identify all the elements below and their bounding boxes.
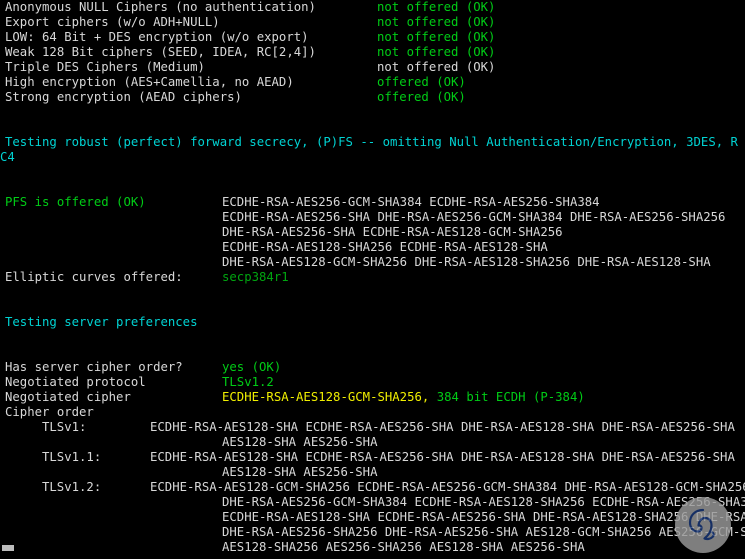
pfs-heading-line2: C4 <box>0 150 15 164</box>
cipher-order-protocol-row: TLSv1.2: ECDHE-RSA-AES128-GCM-SHA256 ECDH… <box>0 480 745 495</box>
cipher-order-line: AES128-SHA256 AES256-SHA256 AES128-SHA A… <box>222 540 585 554</box>
cipher-category-row: High encryption (AES+Camellia, no AEAD) o… <box>0 75 745 90</box>
pfs-cipher-line: DHE-RSA-AES256-SHA ECDHE-RSA-AES128-GCM-… <box>222 225 563 239</box>
pfs-cipher-row: DHE-RSA-AES256-SHA ECDHE-RSA-AES128-GCM-… <box>0 225 745 240</box>
pfs-cipher-line: ECDHE-RSA-AES256-SHA DHE-RSA-AES256-GCM-… <box>222 210 726 224</box>
cipher-order-line: DHE-RSA-AES256-GCM-SHA384 ECDHE-RSA-AES1… <box>222 495 745 509</box>
cipher-category-label: Export ciphers (w/o ADH+NULL) <box>5 15 220 29</box>
cipher-order-cont-row: DHE-RSA-AES256-SHA256 DHE-RSA-AES256-SHA… <box>0 525 745 540</box>
elliptic-curves-value: secp384r1 <box>222 270 289 284</box>
has-server-cipher-order-value: yes (OK) <box>222 360 282 374</box>
negotiated-protocol-label: Negotiated protocol <box>5 375 146 389</box>
pfs-cipher-row: ECDHE-RSA-AES256-SHA DHE-RSA-AES256-GCM-… <box>0 210 745 225</box>
server-preferences-heading-text: Testing server preferences <box>5 315 198 329</box>
pfs-cipher-line: ECDHE-RSA-AES256-GCM-SHA384 ECDHE-RSA-AE… <box>222 195 600 209</box>
cipher-category-value: not offered (OK) <box>377 15 496 29</box>
pfs-cipher-row: DHE-RSA-AES128-GCM-SHA256 DHE-RSA-AES128… <box>0 255 745 270</box>
pfs-cipher-line: ECDHE-RSA-AES128-SHA256 ECDHE-RSA-AES128… <box>222 240 548 254</box>
cipher-order-line: AES128-SHA AES256-SHA <box>222 435 378 449</box>
cipher-category-value: not offered (OK) <box>377 60 496 74</box>
cipher-category-label: Anonymous NULL Ciphers (no authenticatio… <box>5 0 316 14</box>
pfs-cipher-line: DHE-RSA-AES128-GCM-SHA256 DHE-RSA-AES128… <box>222 255 711 269</box>
cipher-order-protocol-label: TLSv1: <box>42 420 87 434</box>
cipher-category-label: High encryption (AES+Camellia, no AEAD) <box>5 75 294 89</box>
elliptic-curves-row: Elliptic curves offered: secp384r1 <box>0 270 745 285</box>
pfs-offered-row: PFS is offered (OK) ECDHE-RSA-AES256-GCM-… <box>0 195 745 210</box>
cipher-order-protocol-row: TLSv1.1: ECDHE-RSA-AES128-SHA ECDHE-RSA-A… <box>0 450 745 465</box>
cipher-order-heading: Cipher order <box>0 405 745 420</box>
cipher-order-cont-row: DHE-RSA-AES256-GCM-SHA384 ECDHE-RSA-AES1… <box>0 495 745 510</box>
has-server-cipher-order-label: Has server cipher order? <box>5 360 183 374</box>
cipher-category-value: offered (OK) <box>377 75 466 89</box>
cipher-order-protocol-row: TLSv1: ECDHE-RSA-AES128-SHA ECDHE-RSA-AES… <box>0 420 745 435</box>
cipher-category-label: Weak 128 Bit ciphers (SEED, IDEA, RC[2,4… <box>5 45 316 59</box>
cipher-category-value: not offered (OK) <box>377 0 496 14</box>
cipher-category-value: offered (OK) <box>377 90 466 104</box>
cipher-order-cont-row: ECDHE-RSA-AES128-SHA ECDHE-RSA-AES256-SH… <box>0 510 745 525</box>
cipher-order-line: ECDHE-RSA-AES128-GCM-SHA256 ECDHE-RSA-AE… <box>150 480 745 494</box>
server-preferences-heading: Testing server preferences <box>0 315 745 330</box>
cipher-order-protocol-label: TLSv1.2: <box>42 480 102 494</box>
negotiated-protocol-value: TLSv1.2 <box>222 375 274 389</box>
cipher-category-label: Strong encryption (AEAD ciphers) <box>5 90 242 104</box>
cipher-category-row: Strong encryption (AEAD ciphers) offered … <box>0 90 745 105</box>
cipher-category-row: Export ciphers (w/o ADH+NULL) not offered… <box>0 15 745 30</box>
cipher-category-row: Triple DES Ciphers (Medium) not offered (… <box>0 60 745 75</box>
cipher-order-line: ECDHE-RSA-AES128-SHA ECDHE-RSA-AES256-SH… <box>150 450 735 464</box>
pfs-cipher-row: ECDHE-RSA-AES128-SHA256 ECDHE-RSA-AES128… <box>0 240 745 255</box>
cipher-category-value: not offered (OK) <box>377 30 496 44</box>
cipher-order-cont-row: AES128-SHA AES256-SHA <box>0 435 745 450</box>
cipher-order-line: DHE-RSA-AES256-SHA256 DHE-RSA-AES256-SHA… <box>222 525 745 539</box>
negotiated-cipher-row: Negotiated cipher ECDHE-RSA-AES128-GCM-SH… <box>0 390 745 405</box>
has-server-cipher-order-row: Has server cipher order? yes (OK) <box>0 360 745 375</box>
cipher-category-label: LOW: 64 Bit + DES encryption (w/o export… <box>5 30 309 44</box>
cipher-category-row: Weak 128 Bit ciphers (SEED, IDEA, RC[2,4… <box>0 45 745 60</box>
pfs-section-heading-wrap: C4 <box>0 150 745 165</box>
cipher-order-line: ECDHE-RSA-AES128-SHA ECDHE-RSA-AES256-SH… <box>150 420 735 434</box>
pfs-heading-line1: Testing robust (perfect) forward secrecy… <box>5 135 738 149</box>
elliptic-curves-label: Elliptic curves offered: <box>5 270 183 284</box>
cipher-category-value: not offered (OK) <box>377 45 496 59</box>
cipher-order-protocol-label: TLSv1.1: <box>42 450 102 464</box>
cipher-order-label: Cipher order <box>5 405 94 419</box>
cipher-category-label: Triple DES Ciphers (Medium) <box>5 60 205 74</box>
pfs-section-heading: Testing robust (perfect) forward secrecy… <box>0 135 745 150</box>
negotiated-cipher-value: ECDHE-RSA-AES128-GCM-SHA256, <box>222 390 430 404</box>
cipher-category-row: Anonymous NULL Ciphers (no authenticatio… <box>0 0 745 15</box>
terminal-window[interactable]: Anonymous NULL Ciphers (no authenticatio… <box>0 0 745 559</box>
negotiated-cipher-label: Negotiated cipher <box>5 390 131 404</box>
cipher-order-cont-row: AES128-SHA AES256-SHA <box>0 465 745 480</box>
negotiated-protocol-row: Negotiated protocol TLSv1.2 <box>0 375 745 390</box>
pfs-offered-label: PFS is offered (OK) <box>5 195 146 209</box>
cipher-order-cont-row: AES128-SHA256 AES256-SHA256 AES128-SHA A… <box>0 540 745 555</box>
cipher-order-line: ECDHE-RSA-AES128-SHA ECDHE-RSA-AES256-SH… <box>222 510 745 524</box>
cipher-category-row: LOW: 64 Bit + DES encryption (w/o export… <box>0 30 745 45</box>
negotiated-cipher-detail: 384 bit ECDH (P-384) <box>429 390 585 404</box>
cipher-order-line: AES128-SHA AES256-SHA <box>222 465 378 479</box>
terminal-cursor <box>2 545 14 551</box>
